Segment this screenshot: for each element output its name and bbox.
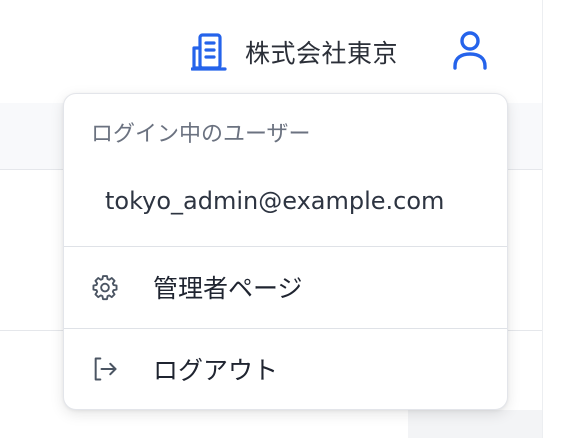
logged-in-user-label: ログイン中のユーザー (91, 122, 311, 147)
user-dropdown-menu: ログイン中のユーザー tokyo_admin@example.com 管理者ペー… (63, 93, 508, 410)
building-icon (191, 32, 231, 72)
user-menu-button[interactable] (450, 31, 490, 73)
company-switcher[interactable]: 株式会社東京 (191, 32, 398, 72)
company-name: 株式会社東京 (245, 39, 399, 68)
menu-item-label: 管理者ページ (153, 274, 303, 303)
menu-item-label: ログアウト (153, 356, 279, 385)
user-icon (452, 30, 488, 74)
menu-item-admin-page[interactable]: 管理者ページ (64, 247, 507, 327)
scroll-edge (542, 0, 568, 438)
page-content-block (408, 410, 543, 438)
user-email: tokyo_admin@example.com (105, 187, 445, 215)
logout-icon (91, 355, 119, 383)
gear-icon (91, 273, 119, 301)
menu-item-logout[interactable]: ログアウト (64, 329, 507, 409)
